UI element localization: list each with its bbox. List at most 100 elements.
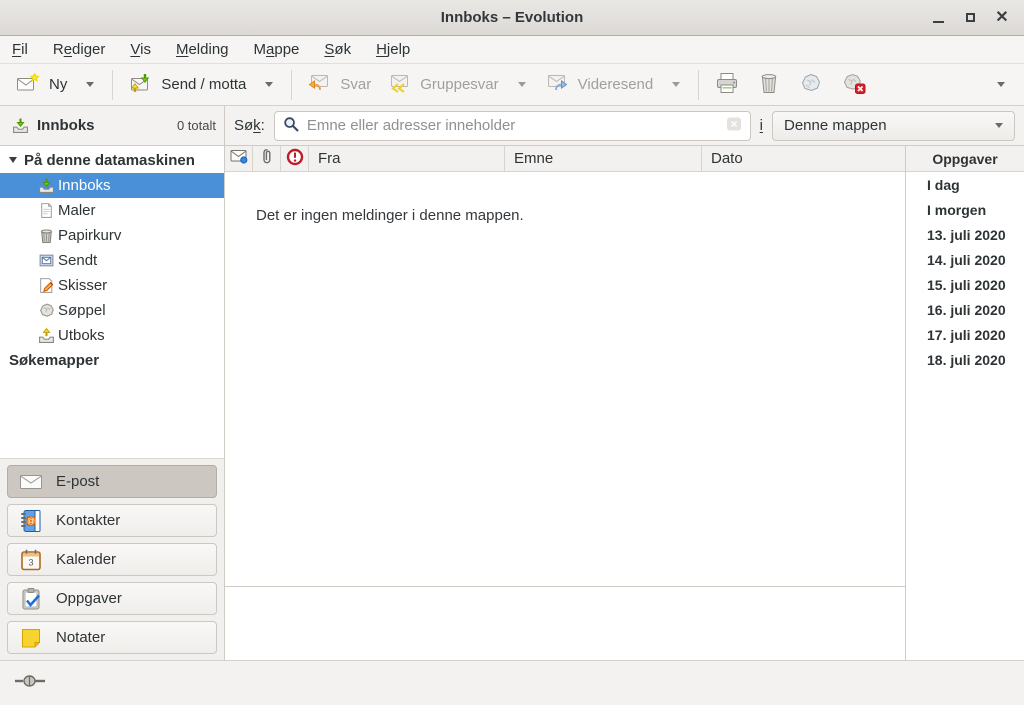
expander-icon[interactable] bbox=[9, 157, 17, 163]
send-receive-dropdown-button[interactable] bbox=[254, 77, 284, 92]
task-date-item[interactable]: 17. juli 2020 bbox=[906, 322, 1024, 347]
search-scope-value: Denne mappen bbox=[784, 117, 887, 134]
template-icon bbox=[38, 202, 55, 219]
sidebar-item-skisser[interactable]: Skisser bbox=[0, 273, 224, 298]
inbox-icon bbox=[12, 117, 29, 134]
chevron-down-icon bbox=[265, 82, 273, 87]
switcher-memos-button[interactable]: Notater bbox=[7, 621, 217, 654]
close-icon: ✕ bbox=[995, 10, 1008, 26]
group-reply-dropdown-button[interactable] bbox=[507, 77, 537, 92]
menu-hjelp[interactable]: Hjelp bbox=[376, 41, 410, 58]
tasks-icon bbox=[19, 587, 43, 611]
message-list-pane: Fra Emne Dato Det er ingen meldinger i d… bbox=[225, 146, 905, 660]
new-mail-icon bbox=[16, 73, 40, 97]
menu-rediger[interactable]: Rediger bbox=[53, 41, 106, 58]
minimize-icon bbox=[933, 21, 944, 23]
maximize-icon bbox=[966, 13, 975, 22]
junk-icon bbox=[38, 302, 55, 319]
toolbar-separator bbox=[698, 70, 699, 100]
delete-button[interactable] bbox=[748, 67, 790, 103]
minimize-button[interactable] bbox=[922, 5, 954, 31]
message-count: 0 totalt bbox=[177, 118, 216, 133]
sidebar-item-papirkurv[interactable]: Papirkurv bbox=[0, 223, 224, 248]
task-date-item[interactable]: 18. juli 2020 bbox=[906, 347, 1024, 372]
new-button[interactable]: Ny bbox=[8, 68, 75, 102]
tree-root-on-this-computer[interactable]: På denne datamaskinen bbox=[0, 147, 224, 173]
search-scope-combo[interactable]: Denne mappen bbox=[772, 111, 1015, 141]
task-bar-header[interactable]: Oppgaver bbox=[906, 146, 1024, 172]
window-controls: ✕ bbox=[922, 0, 1018, 35]
trash-icon bbox=[38, 227, 55, 244]
chevron-down-icon bbox=[86, 82, 94, 87]
junk-button[interactable] bbox=[790, 67, 832, 103]
reply-button[interactable]: Svar bbox=[299, 68, 379, 102]
switcher-calendar-button[interactable]: 3 Kalender bbox=[7, 543, 217, 576]
preview-pane bbox=[225, 587, 905, 660]
task-date-item[interactable]: I morgen bbox=[906, 197, 1024, 222]
task-date-item[interactable]: 15. juli 2020 bbox=[906, 272, 1024, 297]
search-input[interactable] bbox=[307, 117, 718, 134]
group-reply-button[interactable]: Gruppesvar bbox=[379, 68, 506, 102]
search-in-label: i bbox=[760, 117, 763, 134]
menu-fil[interactable]: Fil bbox=[12, 41, 28, 58]
toolbar-separator bbox=[291, 70, 292, 100]
outbox-icon bbox=[38, 327, 55, 344]
online-status-icon bbox=[14, 675, 46, 692]
sidebar-item-maler[interactable]: Maler bbox=[0, 198, 224, 223]
search-entry[interactable] bbox=[274, 111, 751, 141]
sidebar-item-utboks[interactable]: Utboks bbox=[0, 323, 224, 348]
not-junk-button[interactable] bbox=[832, 67, 875, 103]
column-read-status[interactable] bbox=[225, 146, 253, 171]
status-bar bbox=[0, 660, 1024, 705]
toolbar-overflow-button[interactable] bbox=[986, 77, 1016, 92]
task-date-item[interactable]: 14. juli 2020 bbox=[906, 247, 1024, 272]
search-label: Søk: bbox=[234, 117, 265, 134]
sidebar-item-sendt[interactable]: Sendt bbox=[0, 248, 224, 273]
current-folder-name: Innboks bbox=[37, 117, 95, 134]
column-subject[interactable]: Emne bbox=[505, 146, 702, 171]
menu-vis[interactable]: Vis bbox=[130, 41, 151, 58]
svg-text:3: 3 bbox=[28, 557, 33, 567]
task-date-item[interactable]: I dag bbox=[906, 172, 1024, 197]
new-dropdown-button[interactable] bbox=[75, 77, 105, 92]
close-button[interactable]: ✕ bbox=[986, 5, 1018, 31]
sidebar-item-innboks[interactable]: Innboks bbox=[0, 173, 224, 198]
task-date-item[interactable]: 13. juli 2020 bbox=[906, 222, 1024, 247]
online-status-button[interactable] bbox=[14, 674, 46, 692]
task-date-item[interactable]: 16. juli 2020 bbox=[906, 297, 1024, 322]
menu-sok[interactable]: Søk bbox=[324, 41, 351, 58]
forward-icon bbox=[545, 73, 569, 97]
tree-root-search-folders[interactable]: Søkemapper bbox=[0, 348, 224, 373]
print-button[interactable] bbox=[706, 67, 748, 103]
menubar: Fil Rediger Vis Melding Mappe Søk Hjelp bbox=[0, 36, 1024, 64]
switcher-contacts-button[interactable]: @ Kontakter bbox=[7, 504, 217, 537]
print-icon bbox=[715, 72, 739, 98]
menu-mappe[interactable]: Mappe bbox=[254, 41, 300, 58]
column-from[interactable]: Fra bbox=[309, 146, 505, 171]
column-attachment[interactable] bbox=[253, 146, 281, 171]
switcher-tasks-button[interactable]: Oppgaver bbox=[7, 582, 217, 615]
menu-melding[interactable]: Melding bbox=[176, 41, 229, 58]
send-receive-button[interactable]: Send / motta bbox=[120, 68, 254, 102]
column-important[interactable] bbox=[281, 146, 309, 171]
search-area: Søk: i Denne mappen bbox=[225, 106, 1024, 145]
sidebar-item-soppel[interactable]: Søppel bbox=[0, 298, 224, 323]
column-date[interactable]: Dato bbox=[702, 146, 905, 171]
titlebar: Innboks – Evolution ✕ bbox=[0, 0, 1024, 36]
drafts-icon bbox=[38, 277, 55, 294]
forward-dropdown-button[interactable] bbox=[661, 77, 691, 92]
calendar-icon: 3 bbox=[19, 548, 43, 572]
toolbar: Ny Send / motta Svar Gruppesvar Viderese… bbox=[0, 64, 1024, 106]
important-icon bbox=[286, 148, 304, 170]
search-row: Innboks 0 totalt Søk: i Denne mappen bbox=[0, 106, 1024, 146]
svg-text:@: @ bbox=[27, 516, 35, 525]
sent-icon bbox=[38, 252, 55, 269]
message-list-body[interactable]: Det er ingen meldinger i denne mappen. bbox=[225, 172, 905, 587]
maximize-button[interactable] bbox=[954, 5, 986, 31]
task-bar: Oppgaver I dag I morgen 13. juli 2020 14… bbox=[905, 146, 1024, 660]
forward-button[interactable]: Videresend bbox=[537, 68, 662, 102]
clear-search-icon[interactable] bbox=[726, 116, 742, 136]
switcher-mail-button[interactable]: E-post bbox=[7, 465, 217, 498]
attachment-icon bbox=[261, 148, 273, 169]
window-title: Innboks – Evolution bbox=[441, 9, 584, 26]
